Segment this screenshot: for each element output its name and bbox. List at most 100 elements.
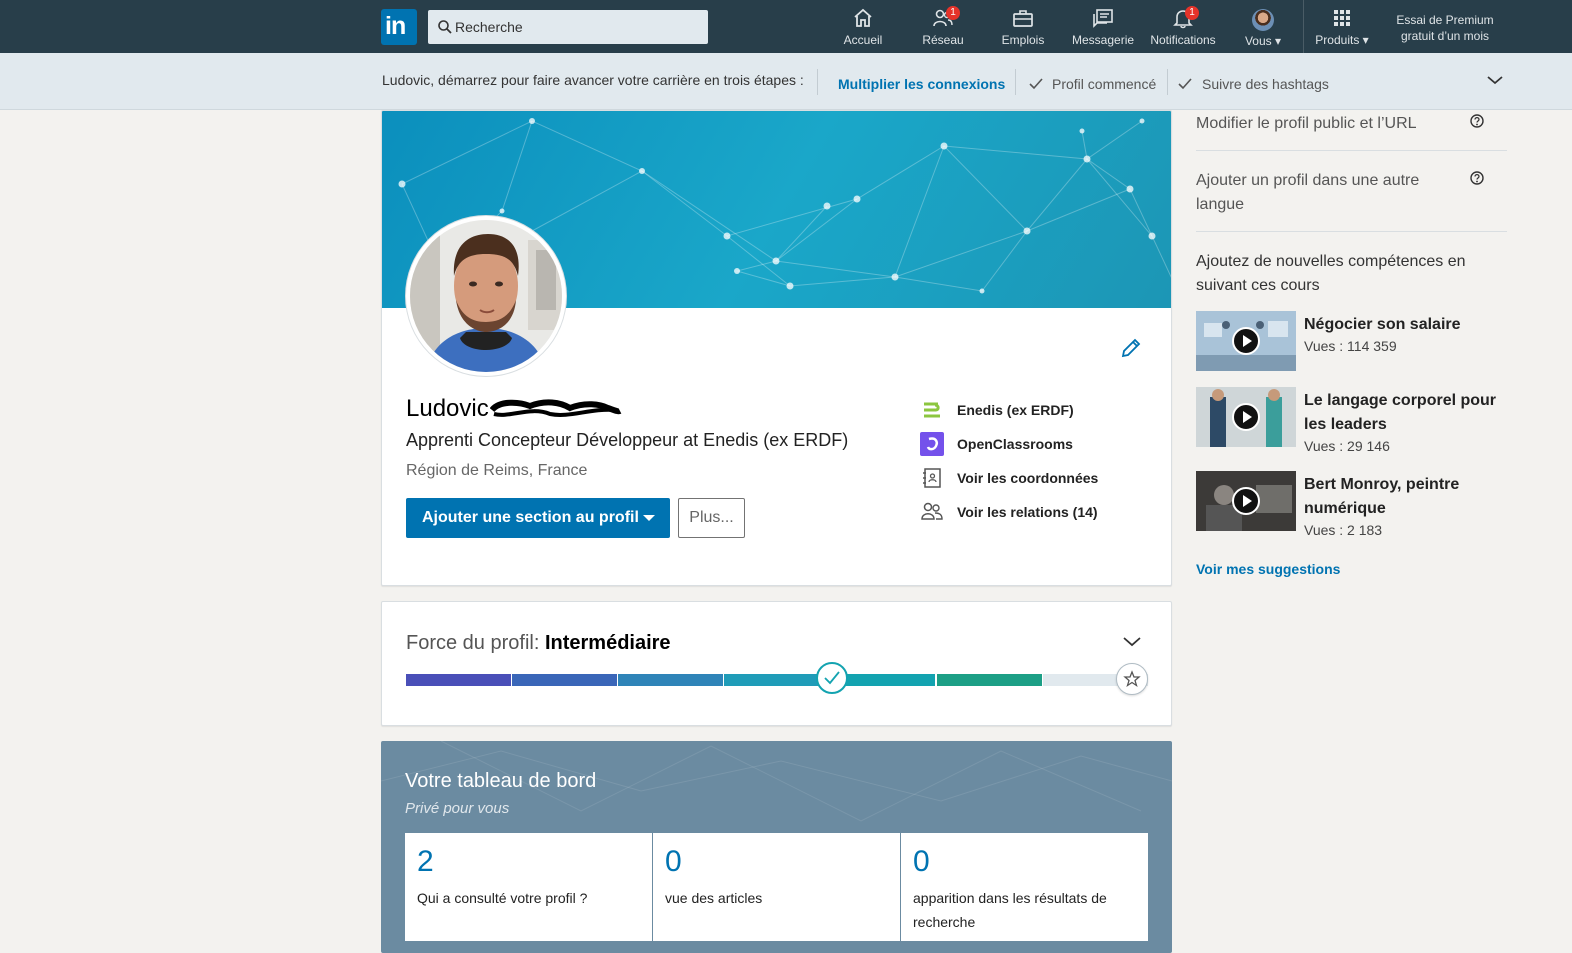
help-icon[interactable]: [1469, 113, 1485, 129]
course-thumbnail[interactable]: [1196, 311, 1296, 371]
add-language-profile-link[interactable]: Ajouter un profil dans une autre langue: [1196, 169, 1456, 217]
onboarding-step-connections[interactable]: Multiplier les connexions: [838, 76, 1005, 92]
strength-segment: [406, 674, 511, 686]
search-icon: [438, 20, 452, 34]
search-input[interactable]: [455, 10, 700, 44]
nav-divider: [1303, 0, 1304, 53]
profile-strength-title: Force du profil: Intermédiaire: [406, 632, 671, 655]
course-title[interactable]: Bert Monroy, peintre numérique: [1304, 473, 1504, 521]
jobs-icon: [1013, 10, 1033, 27]
course-title[interactable]: Le langage corporel pour les leaders: [1304, 389, 1504, 437]
premium-trial-link[interactable]: Essai de Premium gratuit d’un mois: [1390, 12, 1500, 44]
premium-line-1: Essai de Premium: [1396, 13, 1494, 27]
profile-photo-image: [410, 220, 562, 372]
course-views: Vues : 29 146: [1304, 438, 1390, 454]
caret-down-icon: [643, 515, 655, 521]
course-views: Vues : 2 183: [1304, 522, 1383, 538]
grid-icon: [1334, 10, 1350, 26]
check-icon: [1178, 78, 1192, 90]
profile-headline: Apprenti Concepteur Développeur at Enedi…: [406, 430, 849, 450]
star-icon: [1123, 670, 1141, 688]
nav-me[interactable]: Vous ▾: [1238, 6, 1288, 50]
stat-value: 2: [417, 845, 434, 878]
linkedin-logo[interactable]: in: [381, 9, 417, 45]
profile-name: Ludovic: [406, 395, 489, 422]
nav-me-label: Vous ▾: [1244, 34, 1282, 48]
divider: [1196, 231, 1507, 232]
network-badge: 1: [946, 6, 960, 20]
caret-down-icon: ▾: [1362, 33, 1369, 47]
chevron-down-icon[interactable]: [1486, 73, 1504, 87]
stat-value: 0: [665, 845, 682, 878]
stat-label: Qui a consulté votre profil ?: [417, 890, 588, 906]
profile-strength-card: Force du profil: Intermédiaire: [381, 601, 1172, 726]
nav-products[interactable]: Produits ▾: [1310, 6, 1374, 50]
connections-label: Voir les relations (14): [957, 504, 1098, 520]
see-suggestions-link[interactable]: Voir mes suggestions: [1196, 561, 1340, 577]
help-icon[interactable]: [1469, 170, 1485, 186]
profile-photo[interactable]: [406, 216, 566, 376]
nav-notifications[interactable]: 1 Notifications: [1148, 6, 1218, 50]
profile-top-card: Ludovic Apprenti Concepteur Développeur …: [381, 110, 1172, 586]
company-label: Enedis (ex ERDF): [957, 402, 1074, 418]
top-navigation: in Accueil 1 Réseau Emplois: [0, 0, 1572, 53]
edit-pencil-icon[interactable]: [1120, 337, 1142, 359]
nav-network-label: Réseau: [922, 33, 964, 47]
course-views: Vues : 114 359: [1304, 338, 1397, 354]
divider: [1167, 69, 1168, 95]
nav-home-label: Accueil: [843, 33, 883, 47]
nav-jobs-label: Emplois: [1001, 33, 1045, 47]
edit-public-profile-link[interactable]: Modifier le profil public et l’URL: [1196, 112, 1417, 136]
people-icon: [921, 502, 943, 520]
stat-search-appearances[interactable]: 0 apparition dans les résultats de reche…: [901, 833, 1148, 941]
dashboard-card: Votre tableau de bord Privé pour vous 2 …: [381, 741, 1172, 953]
nav-network[interactable]: 1 Réseau: [918, 6, 968, 50]
nav-jobs[interactable]: Emplois: [998, 6, 1048, 50]
school-label: OpenClassrooms: [957, 436, 1073, 452]
linkedin-logo-mark: in: [385, 12, 406, 40]
strength-segment: [936, 674, 1042, 686]
check-icon: [824, 671, 840, 685]
check-icon: [1029, 78, 1043, 90]
profile-strength-label: Force du profil:: [406, 632, 540, 654]
add-profile-section-label: Ajouter une section au profil: [422, 509, 639, 526]
redaction-scribble: [490, 399, 622, 417]
premium-line-2: gratuit d’un mois: [1400, 29, 1490, 43]
strength-segment: [724, 674, 830, 686]
notifications-badge: 1: [1185, 6, 1199, 20]
contact-info-label: Voir les coordonnées: [957, 470, 1099, 486]
strength-segment: [618, 674, 724, 686]
dashboard-title: Votre tableau de bord: [405, 770, 597, 792]
course-thumbnail[interactable]: [1196, 471, 1296, 531]
openclassrooms-logo-icon: [920, 432, 944, 456]
stat-value: 0: [913, 845, 930, 878]
dashboard-subtitle: Privé pour vous: [405, 800, 510, 817]
home-icon: [854, 8, 872, 27]
nav-notifications-label: Notifications: [1150, 33, 1216, 47]
onboarding-step-hashtags[interactable]: Suivre des hashtags: [1202, 76, 1329, 92]
strength-progress-marker: [816, 662, 848, 694]
stat-article-views[interactable]: 0 vue des articles: [653, 833, 900, 941]
divider: [1015, 69, 1016, 95]
more-button[interactable]: Plus...: [678, 498, 745, 538]
course-title[interactable]: Négocier son salaire: [1304, 313, 1461, 337]
course-thumbnail[interactable]: [1196, 387, 1296, 447]
nav-home[interactable]: Accueil: [838, 6, 888, 50]
nav-products-label: Produits ▾: [1315, 33, 1369, 47]
strength-goal-marker: [1116, 663, 1148, 695]
onboarding-step-profile[interactable]: Profil commencé: [1052, 76, 1156, 92]
stat-label: apparition dans les résultats de recherc…: [913, 890, 1107, 930]
profile-strength-level: Intermédiaire: [544, 632, 671, 654]
caret-down-icon: ▾: [1275, 34, 1282, 48]
add-profile-section-button[interactable]: Ajouter une section au profil: [406, 498, 670, 538]
divider: [1196, 150, 1507, 151]
divider: [817, 69, 818, 95]
search-bar[interactable]: [428, 10, 708, 44]
messaging-icon: [1093, 9, 1113, 28]
stat-label: vue des articles: [665, 890, 763, 906]
play-icon: [1232, 327, 1260, 355]
stat-profile-views[interactable]: 2 Qui a consulté votre profil ?: [405, 833, 652, 941]
chevron-down-icon[interactable]: [1122, 636, 1142, 648]
enedis-logo-icon: [924, 402, 940, 418]
nav-messaging[interactable]: Messagerie: [1072, 6, 1134, 50]
